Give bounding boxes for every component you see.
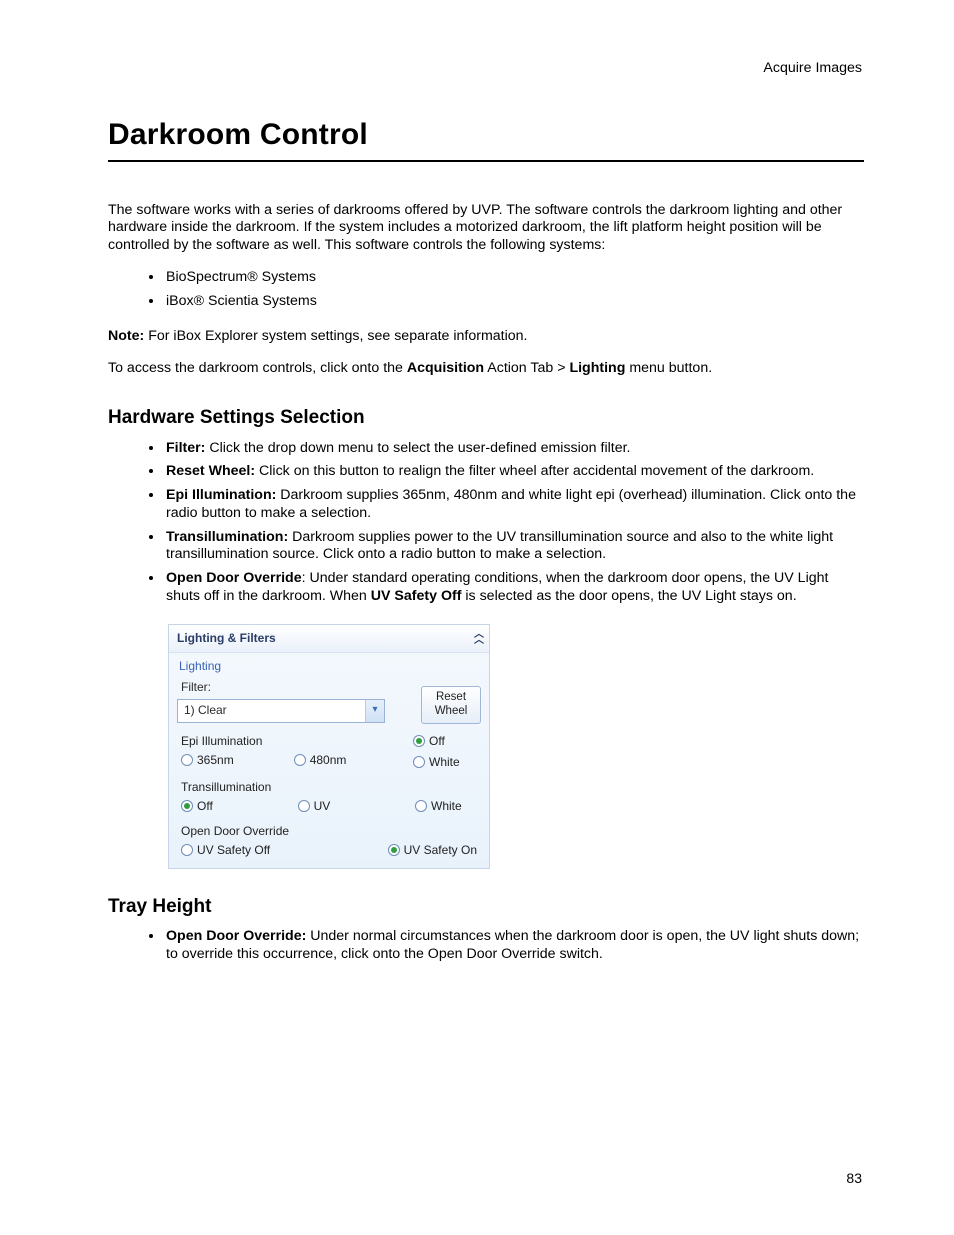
epi-365nm-radio[interactable]: 365nm xyxy=(181,753,234,768)
radio-label: Off xyxy=(429,734,445,749)
radio-label: Off xyxy=(197,799,213,814)
filter-dropdown[interactable]: 1) Clear ▾ xyxy=(177,699,385,723)
item-text: is selected as the door opens, the UV Li… xyxy=(461,588,796,604)
item-label: Open Door Override xyxy=(166,570,302,586)
text: To access the darkroom controls, click o… xyxy=(108,360,407,376)
filter-label: Filter: xyxy=(181,680,385,695)
item-label: Open Door Override: xyxy=(166,928,306,944)
hardware-settings-list: Filter: Click the drop down menu to sele… xyxy=(108,440,864,606)
panel-header[interactable]: Lighting & Filters ︿︿ xyxy=(169,625,489,653)
list-item: iBox® Scientia Systems xyxy=(164,293,864,311)
lighting-filters-panel: Lighting & Filters ︿︿ Lighting Filter: 1… xyxy=(168,624,490,869)
page-title: Darkroom Control xyxy=(108,116,864,162)
collapse-icon[interactable]: ︿︿ xyxy=(474,632,481,644)
bold-text: Lighting xyxy=(569,360,625,376)
item-label: Filter: xyxy=(166,440,205,456)
item-label: Reset Wheel: xyxy=(166,463,255,479)
list-item: Open Door Override: Under normal circums… xyxy=(164,928,864,964)
trans-uv-radio[interactable]: UV xyxy=(298,799,331,814)
list-item: Open Door Override: Under standard opera… xyxy=(164,570,864,606)
item-label: Transillumination: xyxy=(166,529,288,545)
item-text: Click the drop down menu to select the u… xyxy=(205,440,630,456)
radio-label: White xyxy=(429,755,460,770)
radio-label: White xyxy=(431,799,462,814)
filter-selected-value: 1) Clear xyxy=(178,700,365,722)
epi-off-radio[interactable]: Off xyxy=(413,734,445,749)
epi-white-radio[interactable]: White xyxy=(413,755,460,770)
radio-label: 480nm xyxy=(310,753,347,768)
group-label: Lighting xyxy=(179,659,481,674)
bold-text: Acquisition xyxy=(407,360,484,376)
item-label: Epi Illumination: xyxy=(166,487,276,503)
list-item: Reset Wheel: Click on this button to rea… xyxy=(164,463,864,481)
page-number: 83 xyxy=(846,1170,862,1188)
list-item: Epi Illumination: Darkroom supplies 365n… xyxy=(164,487,864,523)
list-item: BioSpectrum® Systems xyxy=(164,269,864,287)
epi-illumination-label: Epi Illumination xyxy=(181,734,413,749)
note-text: For iBox Explorer system settings, see s… xyxy=(144,328,527,344)
panel-title: Lighting & Filters xyxy=(177,631,276,646)
radio-label: UV Safety On xyxy=(404,843,477,858)
chevron-down-icon[interactable]: ▾ xyxy=(365,700,384,722)
trans-off-radio[interactable]: Off xyxy=(181,799,213,814)
hardware-settings-heading: Hardware Settings Selection xyxy=(108,406,864,430)
reset-wheel-button[interactable]: Reset Wheel xyxy=(421,686,481,724)
tray-height-heading: Tray Height xyxy=(108,895,864,919)
radio-label: UV xyxy=(314,799,331,814)
transillumination-label: Transillumination xyxy=(181,780,481,795)
text: Action Tab > xyxy=(484,360,569,376)
intro-paragraph: The software works with a series of dark… xyxy=(108,202,864,255)
list-item: Filter: Click the drop down menu to sele… xyxy=(164,440,864,458)
note-label: Note: xyxy=(108,328,144,344)
note-paragraph: Note: For iBox Explorer system settings,… xyxy=(108,328,864,346)
epi-480nm-radio[interactable]: 480nm xyxy=(294,753,347,768)
radio-label: 365nm xyxy=(197,753,234,768)
uv-safety-off-radio[interactable]: UV Safety Off xyxy=(181,843,270,858)
radio-label: UV Safety Off xyxy=(197,843,270,858)
open-door-override-label: Open Door Override xyxy=(181,824,481,839)
tray-height-list: Open Door Override: Under normal circums… xyxy=(108,928,864,964)
trans-white-radio[interactable]: White xyxy=(415,799,477,814)
systems-list: BioSpectrum® Systems iBox® Scientia Syst… xyxy=(108,269,864,311)
reset-wheel-label: Reset Wheel xyxy=(435,691,468,717)
list-item: Transillumination: Darkroom supplies pow… xyxy=(164,529,864,565)
text: menu button. xyxy=(625,360,712,376)
panel-body: Lighting Filter: 1) Clear ▾ Reset Wheel … xyxy=(169,653,489,868)
uv-safety-on-radio[interactable]: UV Safety On xyxy=(388,843,477,858)
item-text: Click on this button to realign the filt… xyxy=(255,463,814,479)
running-header: Acquire Images xyxy=(763,60,862,78)
access-paragraph: To access the darkroom controls, click o… xyxy=(108,360,864,378)
bold-text: UV Safety Off xyxy=(371,588,462,604)
